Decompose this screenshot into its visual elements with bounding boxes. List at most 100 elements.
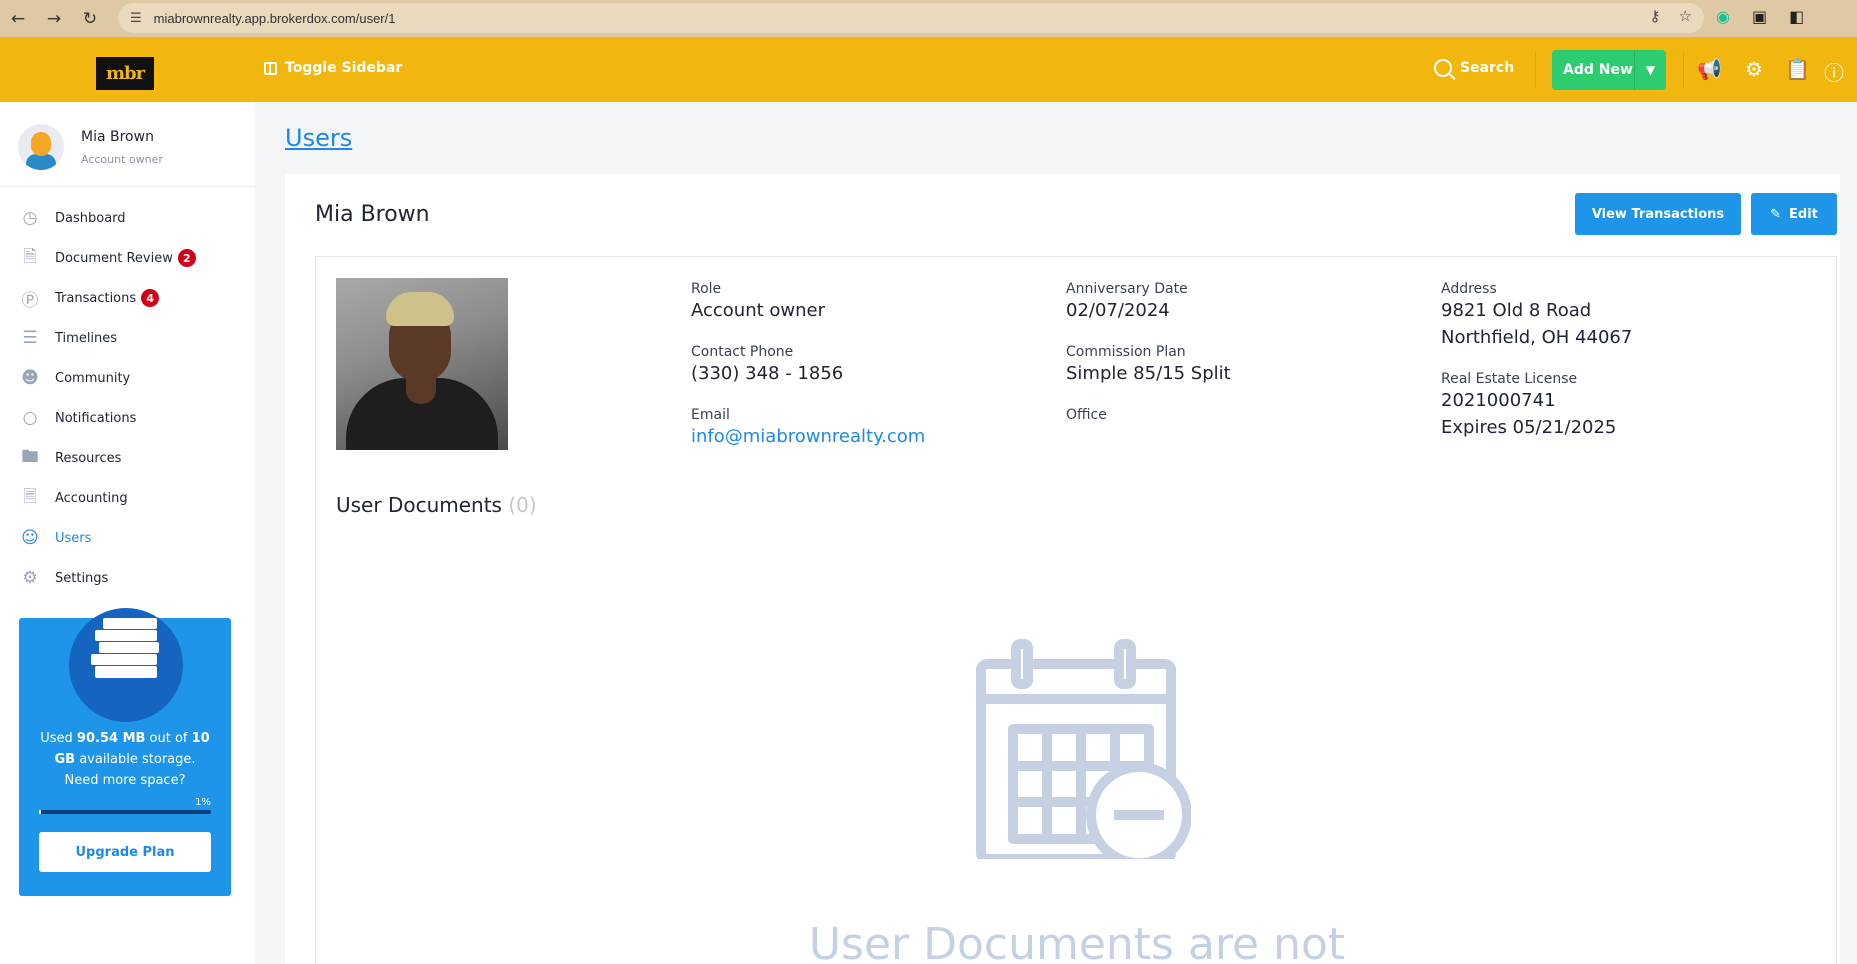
url-text[interactable]: miabrownrealty.app.brokerdox.com/user/1 [154, 11, 396, 26]
app-header: mbr Toggle Sidebar Search Add New ▼ 📢 ⚙ … [0, 37, 1857, 102]
gear-icon: ⚙ [22, 568, 38, 588]
search-button[interactable]: Search [1434, 59, 1514, 77]
sidebar-item-label: Settings [55, 570, 109, 586]
sidebar: Mia Brown Account owner ◷ Dashboard 🗎 Do… [0, 102, 255, 964]
ledger-icon: 🗏 [23, 486, 37, 507]
sidebar-item-dashboard[interactable]: ◷ Dashboard [0, 198, 255, 238]
dollar-icon: Ⓟ [21, 290, 39, 311]
storage-widget: Used 90.54 MB out of 10 GB available sto… [19, 608, 231, 896]
sidebar-item-users[interactable]: ☺ Users [0, 518, 255, 558]
edit-button[interactable]: ✎ Edit [1751, 193, 1837, 235]
sidebar-item-notifications[interactable]: ○ Notifications [0, 398, 255, 438]
sidebar-item-accounting[interactable]: 🗏 Accounting [0, 478, 255, 518]
sidebar-item-label: Notifications [55, 410, 137, 426]
user-icon: ☺ [21, 528, 39, 548]
toggle-sidebar-button[interactable]: Toggle Sidebar [264, 60, 402, 76]
brand-logo[interactable]: mbr [96, 57, 154, 90]
toggle-sidebar-label: Toggle Sidebar [285, 60, 403, 76]
back-icon[interactable]: ← [0, 9, 36, 29]
pencil-icon: ✎ [1770, 206, 1782, 222]
gear-icon[interactable]: ⚙ [1745, 57, 1763, 81]
user-profile[interactable]: Mia Brown Account owner [0, 102, 255, 187]
chat-icon: ○ [22, 408, 38, 428]
user-detail-card: Mia Brown View Transactions ✎ Edit Role … [285, 174, 1840, 964]
phone-label: Contact Phone [691, 344, 794, 360]
search-icon [1434, 59, 1452, 77]
header-divider [1535, 52, 1536, 88]
search-label: Search [1460, 60, 1515, 76]
license-number: 2021000741 [1441, 390, 1556, 411]
key-icon[interactable]: ⚷ [1650, 7, 1661, 25]
office-label: Office [1066, 407, 1107, 423]
phone-value: (330) 348 - 1856 [691, 363, 844, 384]
anniversary-value: 02/07/2024 [1066, 300, 1170, 321]
sidebar-menu: ◷ Dashboard 🗎 Document Review 2 Ⓟ Transa… [0, 187, 255, 598]
sidebar-item-label: Resources [55, 450, 122, 466]
avatar [18, 124, 64, 170]
sidebar-item-document-review[interactable]: 🗎 Document Review 2 [0, 238, 255, 278]
count-badge: 4 [141, 289, 160, 307]
calendar-empty-icon [976, 639, 1191, 859]
sidebar-icon [264, 61, 277, 75]
chevron-down-icon[interactable]: ▼ [1635, 63, 1666, 77]
profile-role: Account owner [81, 153, 163, 166]
sidebar-item-label: Dashboard [55, 210, 126, 226]
license-label: Real Estate License [1441, 371, 1578, 387]
star-icon[interactable]: ☆ [1679, 7, 1692, 25]
view-transactions-button[interactable]: View Transactions [1575, 193, 1741, 235]
documents-heading: User Documents (0) [336, 493, 537, 517]
sidebar-item-timelines[interactable]: ☰ Timelines [0, 318, 255, 358]
side-panel-icon[interactable]: ◧ [1789, 7, 1804, 26]
add-new-label: Add New [1563, 62, 1633, 78]
reload-icon[interactable]: ↻ [72, 9, 108, 29]
site-info-icon[interactable]: ☰ [130, 11, 142, 26]
email-label: Email [691, 407, 730, 423]
count-badge: 2 [177, 249, 196, 267]
add-new-button[interactable]: Add New ▼ [1552, 50, 1666, 90]
documents-title: User Documents [336, 493, 502, 517]
sidebar-item-label: Accounting [55, 490, 128, 506]
books-icon [69, 608, 183, 722]
people-icon: ☻ [21, 368, 39, 388]
sidebar-item-resources[interactable]: 🖿 Resources [0, 438, 255, 478]
empty-state-message: User Documents are not [808, 919, 1346, 964]
role-value: Account owner [691, 300, 826, 321]
browser-toolbar: ← → ↻ ☰ miabrownrealty.app.brokerdox.com… [0, 0, 1857, 37]
sidebar-item-settings[interactable]: ⚙ Settings [0, 558, 255, 598]
storage-percent: 1% [195, 797, 211, 808]
breadcrumb[interactable]: Users [285, 124, 352, 152]
address-line2: Northfield, OH 44067 [1441, 327, 1633, 348]
folder-icon: 🖿 [21, 446, 39, 467]
sidebar-item-label: Document Review [55, 250, 173, 266]
extensions-icon[interactable]: ▣ [1752, 7, 1767, 26]
address-line1: 9821 Old 8 Road [1441, 300, 1592, 321]
storage-progress-bar [39, 810, 211, 814]
anniversary-label: Anniversary Date [1066, 281, 1188, 297]
sidebar-item-label: Transactions [55, 290, 137, 306]
sidebar-item-community[interactable]: ☻ Community [0, 358, 255, 398]
help-icon[interactable]: ⓘ [1824, 57, 1844, 86]
address-label: Address [1441, 281, 1497, 297]
megaphone-icon[interactable]: 📢 [1697, 57, 1722, 81]
upgrade-plan-button[interactable]: Upgrade Plan [39, 832, 211, 872]
sidebar-item-label: Users [55, 530, 92, 546]
sidebar-item-transactions[interactable]: Ⓟ Transactions 4 [0, 278, 255, 318]
timeline-icon: ☰ [22, 328, 38, 348]
storage-prompt: Need more space? [64, 773, 186, 788]
address-bar[interactable]: ☰ miabrownrealty.app.brokerdox.com/user/… [118, 3, 1704, 33]
email-link[interactable]: info@miabrownrealty.com [691, 423, 925, 450]
page-title: Mia Brown [315, 202, 430, 227]
sidebar-item-label: Community [55, 370, 131, 386]
grammarly-icon[interactable]: ◉ [1716, 7, 1730, 26]
edit-label: Edit [1789, 206, 1818, 222]
storage-usage-text: Used 90.54 MB out of 10 GB available sto… [40, 731, 210, 788]
document-icon: 🗎 [23, 246, 37, 267]
header-divider [1683, 52, 1684, 88]
storage-progress-fill [39, 810, 41, 814]
clipboard-icon[interactable]: 📋 [1785, 57, 1810, 81]
commission-value: Simple 85/15 Split [1066, 363, 1231, 384]
forward-icon[interactable]: → [36, 9, 72, 29]
user-photo [336, 278, 508, 450]
user-info-panel: Role Account owner Contact Phone (330) 3… [315, 256, 1837, 964]
license-expiry: Expires 05/21/2025 [1441, 417, 1617, 438]
